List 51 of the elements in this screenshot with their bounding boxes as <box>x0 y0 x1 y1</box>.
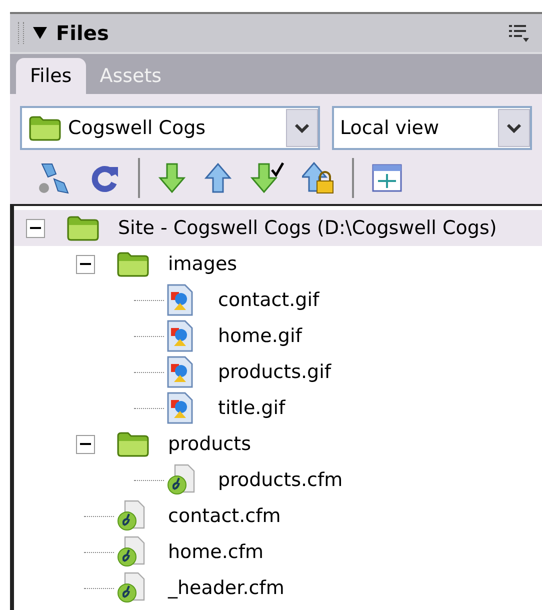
coldfusion-file-icon <box>116 536 146 568</box>
file-name: images <box>168 252 238 277</box>
folder-icon <box>66 215 100 241</box>
collapse-toggle[interactable] <box>76 254 95 274</box>
chevron-down-icon <box>506 123 522 133</box>
folder-icon <box>28 115 62 141</box>
tree-row[interactable]: title.gif <box>14 390 542 426</box>
file-name: home.gif <box>218 324 302 349</box>
panel-tab[interactable]: Files <box>16 58 86 94</box>
get-arrow-down-icon[interactable] <box>158 162 186 194</box>
image-file-icon <box>166 284 194 316</box>
image-file-icon <box>166 392 194 424</box>
file-name: Site - Cogswell Cogs (D:\Cogswell Cogs) <box>118 216 497 241</box>
site-dropdown[interactable]: Cogswell Cogs <box>20 106 320 150</box>
view-dropdown[interactable]: Local view <box>332 106 532 150</box>
tree-row[interactable]: products.gif <box>14 354 542 390</box>
file-name: contact.gif <box>218 288 320 313</box>
check-in-lock-icon[interactable] <box>302 161 334 195</box>
file-name: _header.cfm <box>168 576 284 601</box>
collapse-toggle[interactable] <box>76 434 95 454</box>
file-name: products.gif <box>218 360 332 385</box>
tree-row[interactable]: images <box>14 246 542 282</box>
folder-icon <box>116 251 150 277</box>
file-name: contact.cfm <box>168 504 281 529</box>
panel-title: Files <box>56 20 109 47</box>
folder-icon <box>116 431 150 457</box>
tree-row[interactable]: Site - Cogswell Cogs (D:\Cogswell Cogs) <box>14 210 542 246</box>
coldfusion-file-icon <box>116 572 146 604</box>
options-menu-icon[interactable] <box>508 23 530 43</box>
tree-row[interactable]: products.cfm <box>14 462 542 498</box>
coldfusion-file-icon <box>116 500 146 532</box>
file-name: home.cfm <box>168 540 264 565</box>
collapse-toggle[interactable] <box>26 218 45 238</box>
tree-row[interactable]: home.gif <box>14 318 542 354</box>
tree-row[interactable]: products <box>14 426 542 462</box>
tree-row[interactable]: contact.gif <box>14 282 542 318</box>
put-arrow-up-icon[interactable] <box>204 162 232 194</box>
file-name: products.cfm <box>218 468 343 493</box>
tree-row[interactable]: home.cfm <box>14 534 542 570</box>
check-out-arrow-icon[interactable] <box>250 162 284 194</box>
tree-row[interactable]: contact.cfm <box>14 498 542 534</box>
expand-panel-icon[interactable] <box>372 164 402 192</box>
image-file-icon <box>166 320 194 352</box>
collapse-triangle-icon[interactable] <box>32 26 48 40</box>
refresh-icon[interactable] <box>90 163 120 193</box>
file-name: title.gif <box>218 396 286 421</box>
coldfusion-file-icon <box>166 464 196 496</box>
tree-row[interactable]: _header.cfm <box>14 570 542 606</box>
chevron-down-icon <box>294 123 310 133</box>
file-name: products <box>168 432 251 457</box>
image-file-icon <box>166 356 194 388</box>
